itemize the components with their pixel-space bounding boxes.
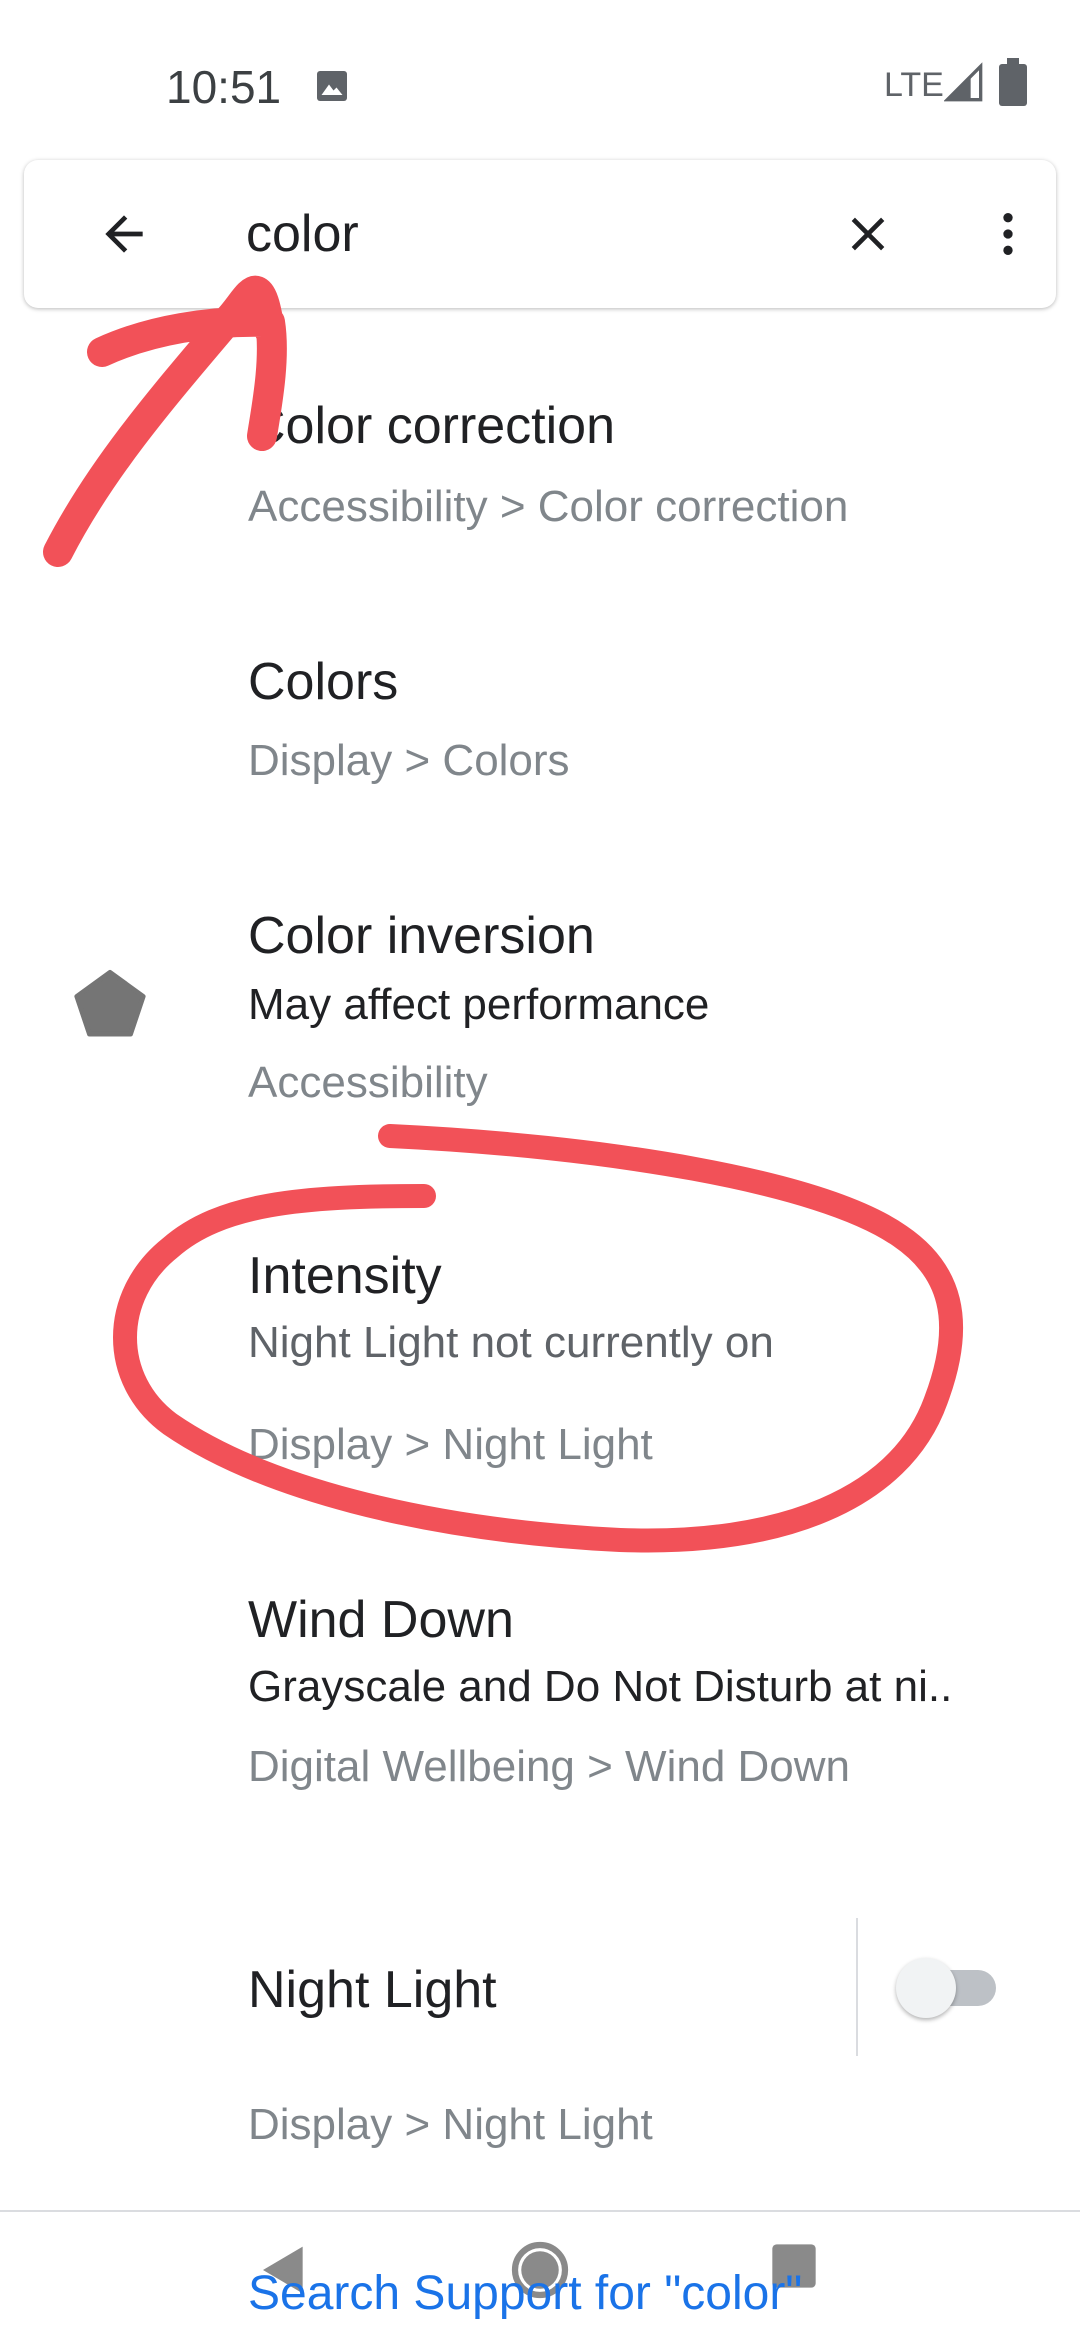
clear-search-button[interactable] [824,190,912,278]
status-bar: 10:51 LTE [0,0,1080,150]
result-item-night-light[interactable]: Night Light Display > Night Light [0,1900,1080,2190]
result-item-colors[interactable]: Colors Display > Colors [0,616,1080,846]
result-breadcrumb: Accessibility > Color correction [248,482,849,531]
image-icon [317,71,347,101]
more-vert-icon [1003,213,1013,255]
result-breadcrumb: Display > Night Light [248,1420,653,1469]
result-item-wind-down[interactable]: Wind Down Grayscale and Do Not Disturb a… [0,1570,1080,1830]
result-breadcrumb: Digital Wellbeing > Wind Down [248,1742,851,1791]
result-item-color-correction[interactable]: Color correction Accessibility > Color c… [0,360,1080,590]
status-time: 10:51 [166,61,282,113]
bottom-divider [0,2210,1080,2212]
back-button[interactable] [80,190,168,278]
result-breadcrumb: Display > Colors [248,736,570,785]
result-summary: Grayscale and Do Not Disturb at ni.. [248,1662,953,1711]
result-title: Night Light [248,1961,497,2019]
result-item-color-inversion[interactable]: Color inversion May affect performance A… [0,870,1080,1130]
result-title: Intensity [248,1247,442,1305]
search-support-link[interactable]: Search Support for "color" [248,2266,802,2321]
search-input[interactable] [246,196,806,272]
result-title: Color correction [248,397,616,455]
network-type: LTE [884,66,944,104]
clear-icon [851,217,885,251]
signal-icon [944,62,983,102]
night-light-toggle[interactable] [896,1958,1000,2018]
back-arrow-icon [105,215,143,253]
result-item-intensity[interactable]: Intensity Night Light not currently on D… [0,1226,1080,1486]
result-summary: Night Light not currently on [248,1318,774,1367]
settings-search-screen: 10:51 LTE color Color correction Accessi… [0,0,1080,2340]
pentagon-icon [74,969,146,1037]
result-title: Color inversion [248,907,595,965]
battery-icon [999,58,1027,106]
result-breadcrumb: Accessibility [248,1058,488,1107]
toggle-thumb [896,1958,956,2018]
result-summary: May affect performance [248,980,710,1029]
toggle-divider [856,1918,858,2056]
result-title: Wind Down [248,1591,514,1649]
result-breadcrumb: Display > Night Light [248,2100,653,2149]
more-options-button[interactable] [964,190,1052,278]
result-title: Colors [248,653,399,711]
search-bar [24,160,1056,308]
